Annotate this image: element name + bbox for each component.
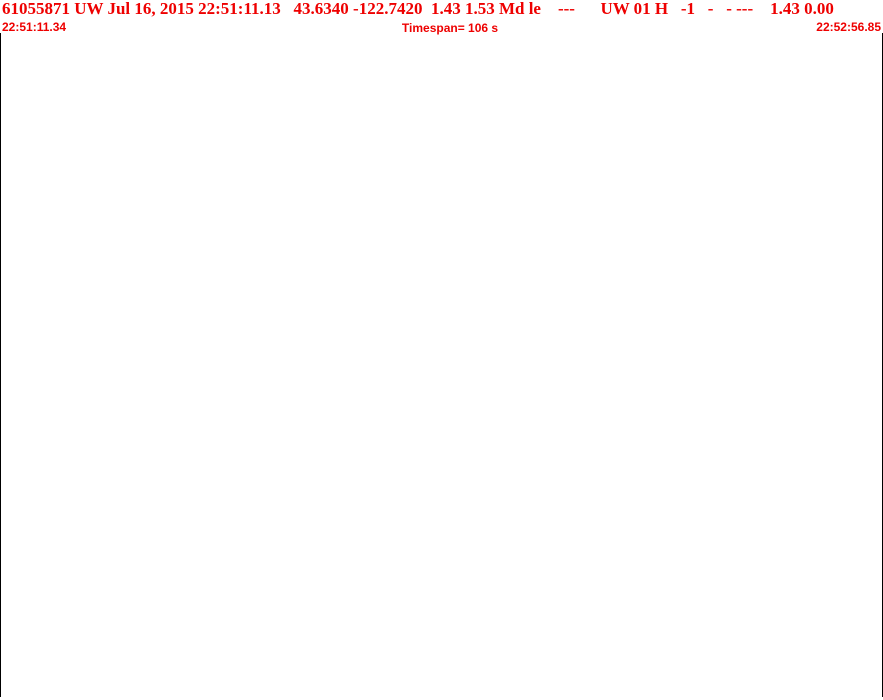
trace-panels xyxy=(0,0,883,700)
seismic-waveform-viewer: 61055871 UW Jul 16, 2015 22:51:11.13 43.… xyxy=(0,0,883,700)
trace-panel[interactable] xyxy=(0,33,883,95)
waveform-plot xyxy=(0,33,883,95)
